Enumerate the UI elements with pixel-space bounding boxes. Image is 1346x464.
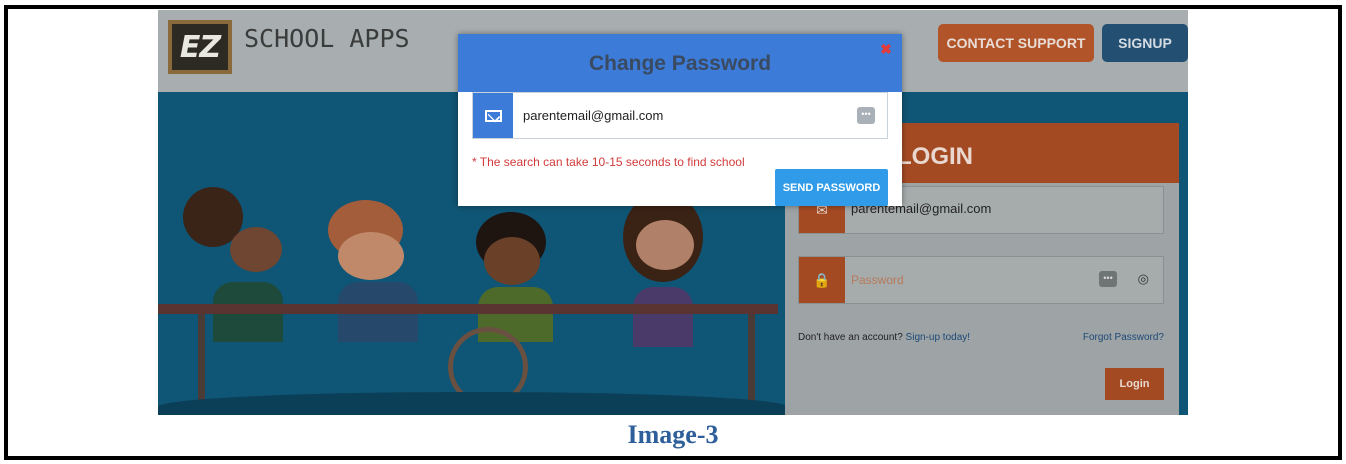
password-manager-icon[interactable]: ••• bbox=[1099, 271, 1117, 287]
modal-title: Change Password bbox=[588, 52, 772, 75]
send-password-button[interactable]: SEND PASSWORD bbox=[775, 169, 888, 206]
modal-email-field[interactable]: parentemail@gmail.com ••• bbox=[472, 92, 888, 139]
no-account-text: Don't have an account? bbox=[798, 332, 903, 343]
login-button[interactable]: Login bbox=[1105, 368, 1164, 400]
table-leg bbox=[748, 314, 755, 404]
modal-header: Change Password ✖ bbox=[458, 34, 902, 92]
table-leg bbox=[198, 314, 205, 404]
envelope-icon bbox=[473, 93, 513, 138]
child-illustration bbox=[230, 227, 282, 272]
search-note: * The search can take 10-15 seconds to f… bbox=[472, 155, 745, 169]
image-caption: Image-3 bbox=[627, 420, 719, 449]
logo-mark: EZ bbox=[179, 29, 221, 65]
child-illustration bbox=[338, 232, 404, 280]
eye-slash-icon[interactable]: ◎ bbox=[1138, 271, 1149, 287]
logo-text: SCHOOL APPS bbox=[244, 24, 410, 53]
lock-icon: 🔒 bbox=[799, 257, 845, 303]
password-placeholder: Password bbox=[851, 273, 904, 287]
logo[interactable]: EZ bbox=[168, 20, 232, 74]
modal-email-value: parentemail@gmail.com bbox=[523, 108, 664, 123]
forgot-password-link[interactable]: Forgot Password? bbox=[1083, 332, 1164, 343]
floor bbox=[158, 392, 788, 415]
signup-button[interactable]: SIGNUP bbox=[1102, 24, 1188, 62]
child-illustration bbox=[636, 220, 694, 270]
signup-prompt: Don't have an account? Sign-up today! bbox=[798, 332, 970, 343]
child-body bbox=[633, 287, 693, 347]
table-top bbox=[158, 304, 778, 314]
close-icon[interactable]: ✖ bbox=[879, 42, 893, 56]
change-password-modal: Change Password ✖ parentemail@gmail.com … bbox=[458, 34, 902, 206]
login-password-field[interactable]: 🔒 Password ••• ◎ bbox=[798, 256, 1164, 304]
child-illustration bbox=[484, 237, 540, 285]
signup-link[interactable]: Sign-up today! bbox=[906, 332, 971, 343]
password-manager-icon[interactable]: ••• bbox=[857, 107, 875, 124]
contact-support-button[interactable]: CONTACT SUPPORT bbox=[938, 24, 1094, 62]
